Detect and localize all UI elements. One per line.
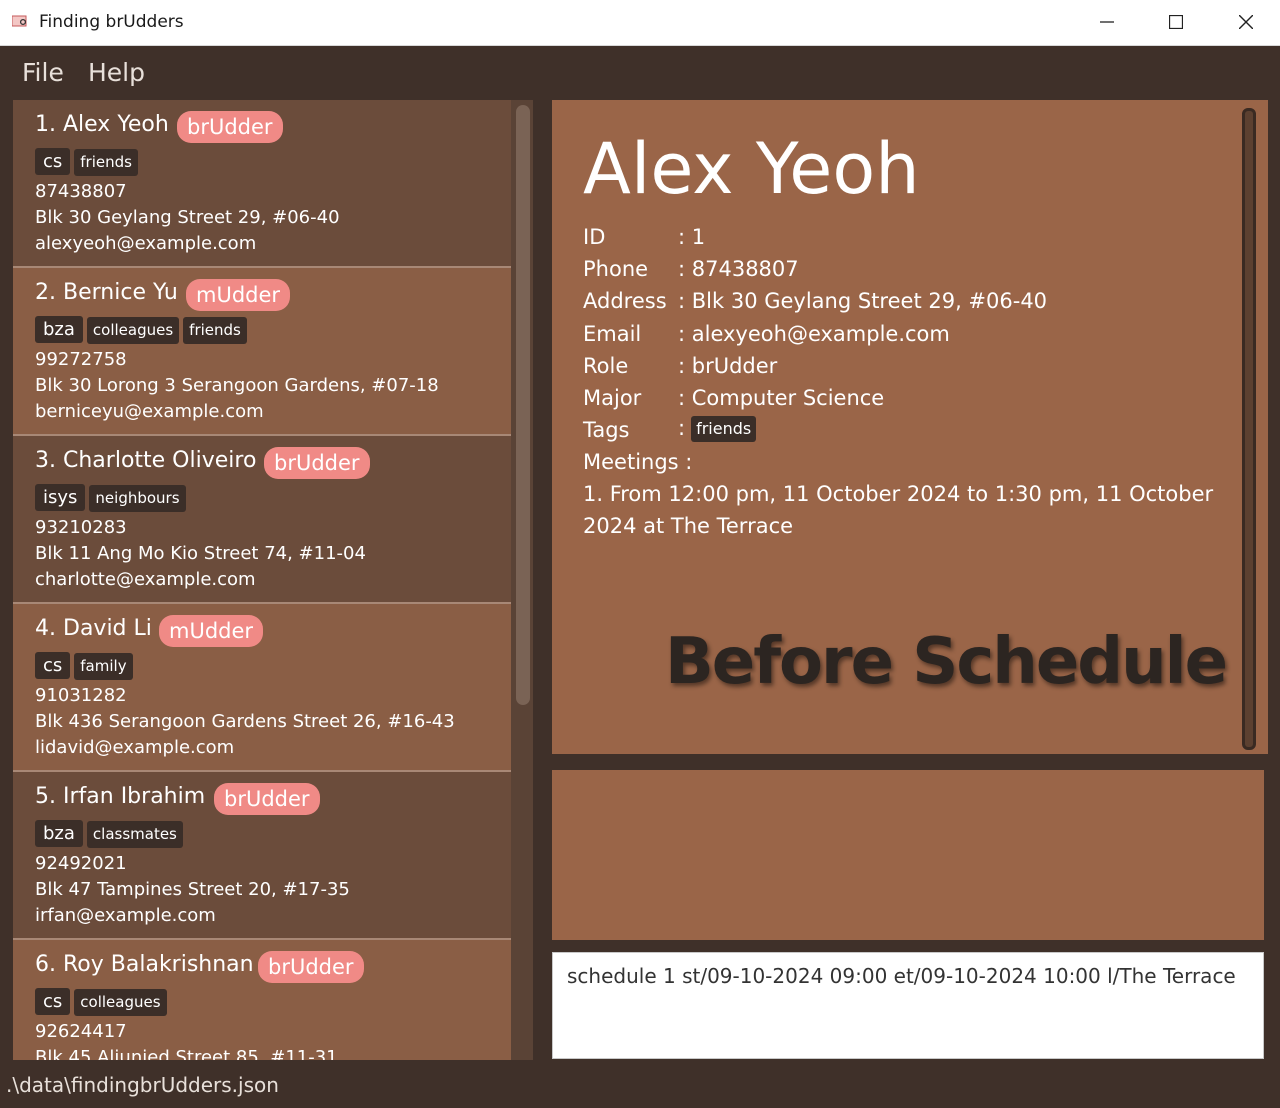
contact-name: 6. Roy Balakrishnan: [35, 952, 254, 977]
maximize-button[interactable]: [1141, 0, 1211, 45]
tag: family: [74, 653, 133, 680]
list-scrollbar[interactable]: [516, 105, 530, 705]
contact-phone: 92492021: [35, 853, 127, 874]
detail-value-phone: : 87438807: [678, 257, 799, 281]
save-location: .\data\findingbrUdders.json: [6, 1073, 279, 1097]
major-tag: cs: [35, 988, 71, 1015]
meetings-label: Meetings :: [583, 450, 693, 474]
detail-label-phone: Phone: [583, 257, 649, 281]
contact-name: 3. Charlotte Oliveiro: [35, 448, 257, 473]
major-tag: cs: [35, 148, 71, 175]
contact-address: Blk 30 Lorong 3 Serangoon Gardens, #07-1…: [35, 375, 439, 396]
detail-value-role: : brUdder: [678, 354, 778, 378]
role-badge: brUdder: [214, 783, 320, 815]
role-badge: brUdder: [177, 111, 283, 143]
status-bar: .\data\findingbrUdders.json: [0, 1062, 1280, 1108]
menu-file[interactable]: File: [22, 58, 64, 87]
major-tag: bza: [35, 316, 83, 343]
contact-address: Blk 436 Serangoon Gardens Street 26, #16…: [35, 711, 455, 732]
contact-email: irfan@example.com: [35, 905, 216, 926]
contact-phone: 92624417: [35, 1021, 127, 1042]
detail-label-major: Major: [583, 386, 642, 410]
tag: colleagues: [86, 317, 180, 344]
tag-list: cs friends: [35, 148, 142, 176]
detail-label-role: Role: [583, 354, 629, 378]
contact-address: Blk 47 Tampines Street 20, #17-35: [35, 879, 350, 900]
detail-panel: Alex Yeoh ID : 1 Phone : 87438807 Addres…: [552, 100, 1268, 754]
close-button[interactable]: [1211, 0, 1280, 45]
contact-phone: 87438807: [35, 181, 127, 202]
detail-label-email: Email: [583, 322, 642, 346]
maximize-icon: [1169, 15, 1183, 29]
major-tag: bza: [35, 820, 83, 847]
contact-email: lidavid@example.com: [35, 737, 235, 758]
tag-list: bza classmates: [35, 820, 187, 848]
command-input[interactable]: schedule 1 st/09-10-2024 09:00 et/09-10-…: [567, 964, 1236, 988]
contact-email: berniceyu@example.com: [35, 401, 264, 422]
contact-card[interactable]: 6. Roy Balakrishnan brUdder cs colleagues…: [13, 940, 511, 1060]
detail-name: Alex Yeoh: [583, 128, 920, 210]
overlay-caption: Before Schedule: [665, 625, 1228, 699]
tag: friends: [74, 149, 138, 176]
role-badge: mUdder: [186, 279, 291, 311]
contact-list[interactable]: 1. Alex Yeoh brUdder cs friends 87438807 …: [13, 100, 533, 1060]
contact-email: alexyeoh@example.com: [35, 233, 257, 254]
result-display: [552, 770, 1264, 940]
menu-bar: File Help: [0, 46, 1280, 98]
tag: friends: [183, 317, 247, 344]
contact-card[interactable]: 5. Irfan Ibrahim brUdder bza classmates 9…: [13, 772, 511, 940]
role-badge: brUdder: [258, 951, 364, 983]
contact-phone: 99272758: [35, 349, 127, 370]
contact-name: 2. Bernice Yu: [35, 280, 178, 305]
contact-name: 4. David Li: [35, 616, 152, 641]
contact-name: 1. Alex Yeoh: [35, 112, 169, 137]
tag: colleagues: [74, 989, 167, 1016]
detail-label-id: ID: [583, 225, 606, 249]
contact-phone: 93210283: [35, 517, 127, 538]
minimize-icon: [1100, 21, 1114, 23]
menu-help[interactable]: Help: [88, 58, 145, 87]
major-tag: isys: [35, 484, 86, 511]
title-bar: Finding brUdders: [0, 0, 1280, 46]
tag: classmates: [86, 821, 183, 848]
minimize-button[interactable]: [1072, 0, 1142, 45]
meeting-item: 1. From 12:00 pm, 11 October 2024 to 1:3…: [583, 482, 1214, 538]
contact-phone: 91031282: [35, 685, 127, 706]
role-badge: brUdder: [264, 447, 370, 479]
role-badge: mUdder: [159, 615, 264, 647]
tag: neighbours: [89, 485, 186, 512]
detail-value-major: : Computer Science: [678, 386, 885, 410]
detail-value-tags: : friends: [678, 416, 757, 442]
detail-label-tags: Tags: [583, 418, 630, 442]
contact-card[interactable]: 1. Alex Yeoh brUdder cs friends 87438807 …: [13, 100, 511, 268]
tag-list: cs colleagues: [35, 988, 171, 1016]
command-box[interactable]: schedule 1 st/09-10-2024 09:00 et/09-10-…: [552, 952, 1264, 1059]
contact-address: Blk 45 Aljunied Street 85, #11-31: [35, 1047, 338, 1060]
detail-label-address: Address: [583, 289, 667, 313]
contact-card[interactable]: 3. Charlotte Oliveiro brUdder isys neighb…: [13, 436, 511, 604]
contact-address: Blk 11 Ang Mo Kio Street 74, #11-04: [35, 543, 366, 564]
contact-card[interactable]: 4. David Li mUdder cs family 91031282 Blk…: [13, 604, 511, 772]
detail-value-email: : alexyeoh@example.com: [678, 322, 950, 346]
tag-list: cs family: [35, 652, 137, 680]
app-icon: [12, 15, 27, 27]
contact-card[interactable]: 2. Bernice Yu mUdder bza colleagues friend…: [13, 268, 511, 436]
contact-name: 5. Irfan Ibrahim: [35, 784, 206, 809]
contact-address: Blk 30 Geylang Street 29, #06-40: [35, 207, 340, 228]
detail-scrollbar[interactable]: [1242, 108, 1256, 750]
contact-email: charlotte@example.com: [35, 569, 256, 590]
tag-list: isys neighbours: [35, 484, 190, 512]
major-tag: cs: [35, 652, 71, 679]
window-title: Finding brUdders: [39, 12, 184, 32]
detail-value-id: : 1: [678, 225, 706, 249]
close-icon: [1239, 15, 1253, 29]
tag-list: bza colleagues friends: [35, 316, 251, 344]
detail-tag: friends: [691, 416, 757, 442]
detail-value-address: : Blk 30 Geylang Street 29, #06-40: [678, 289, 1048, 313]
